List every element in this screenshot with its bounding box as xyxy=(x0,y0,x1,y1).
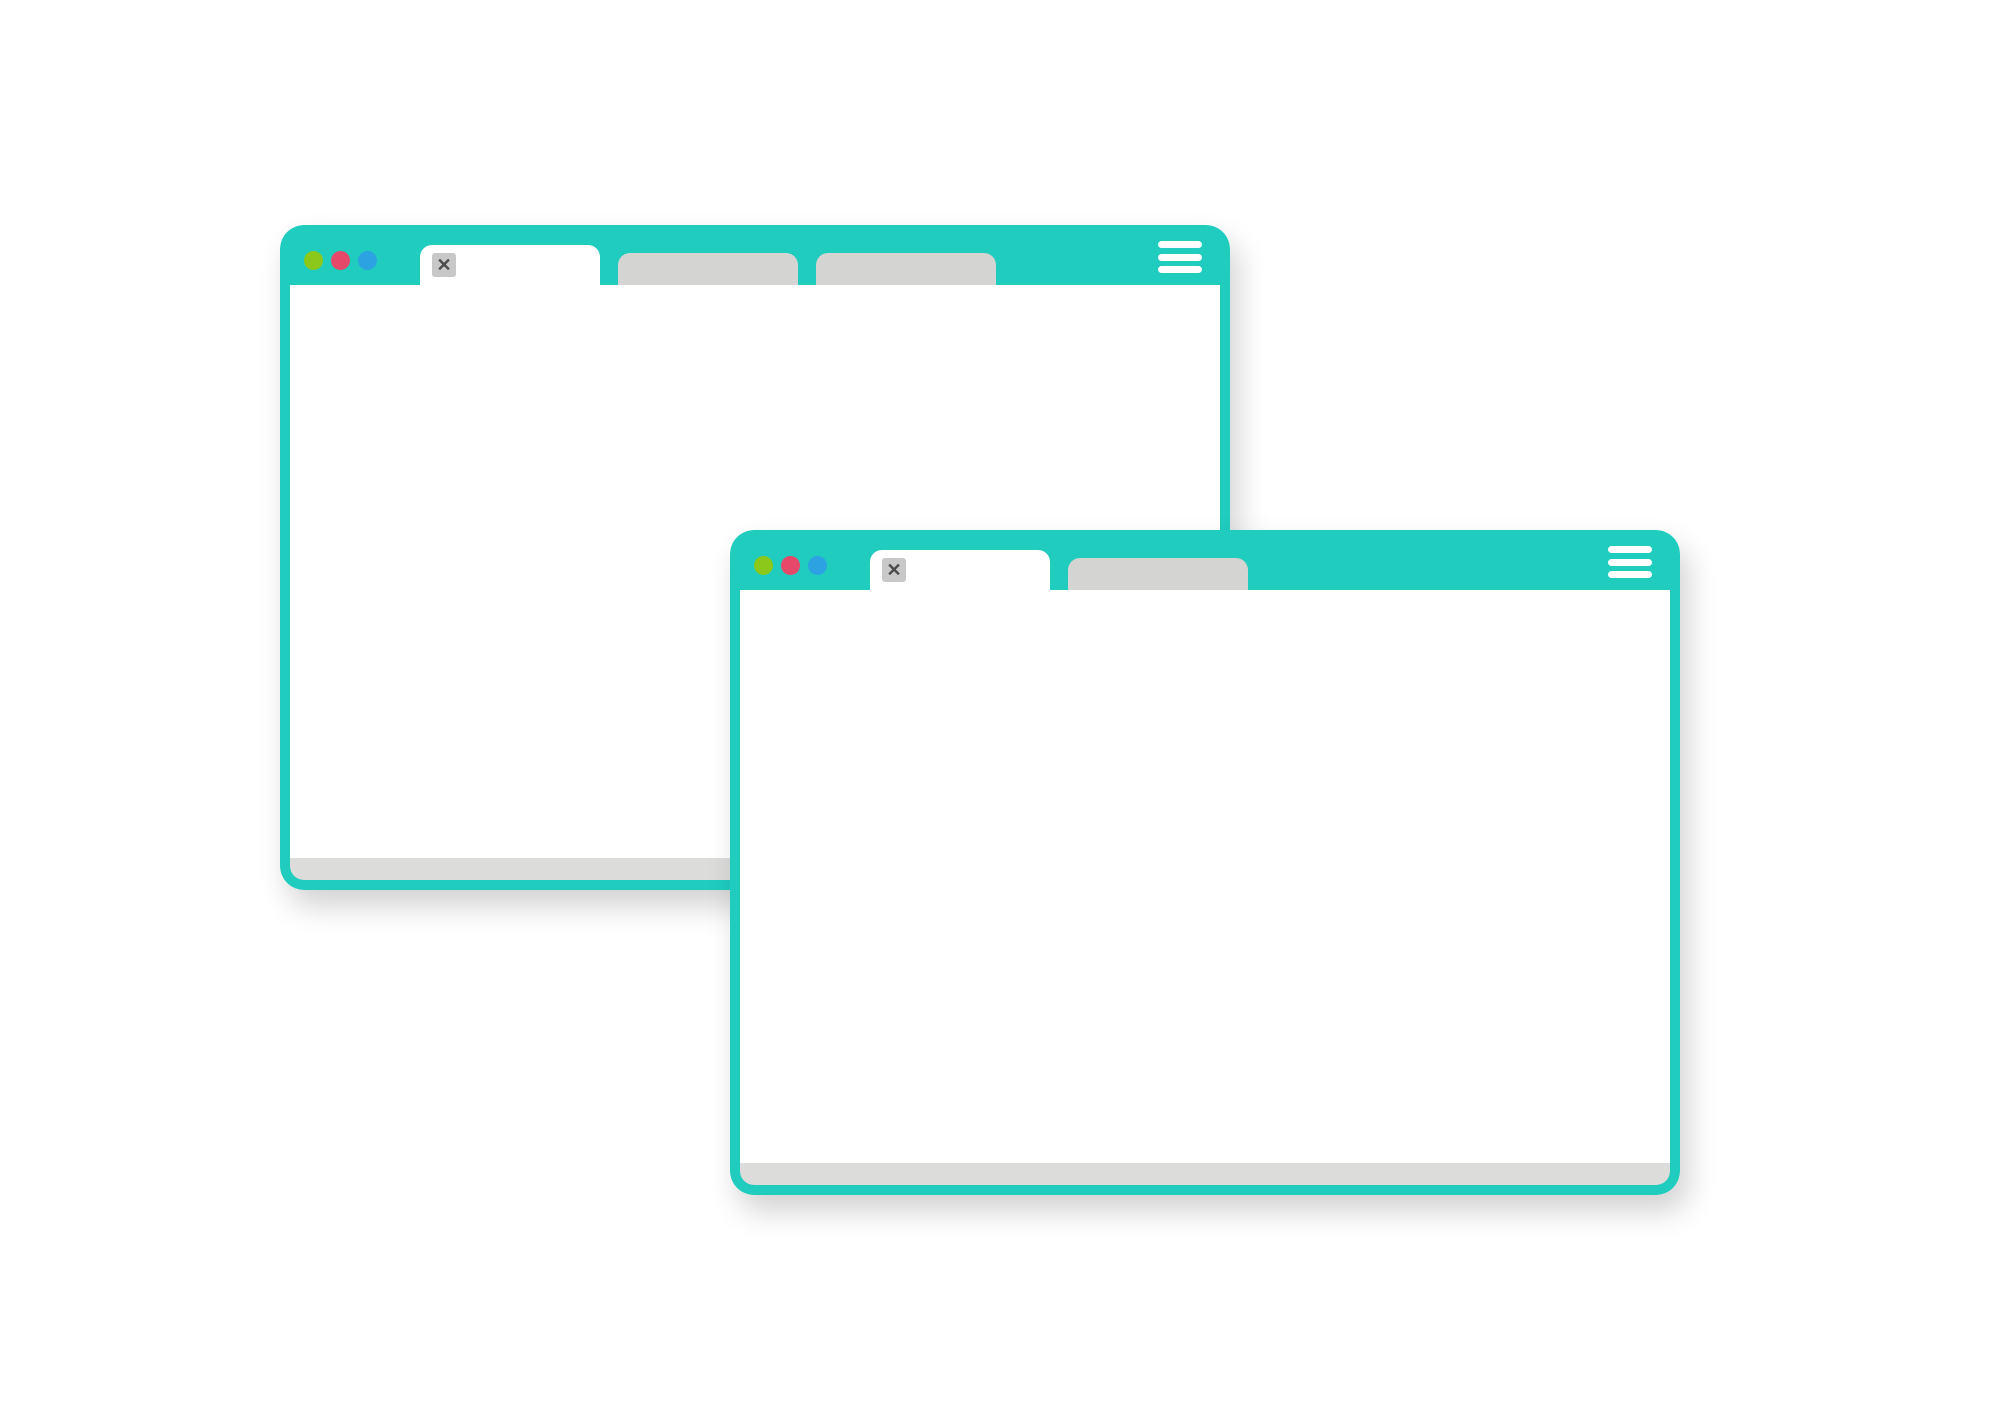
title-bar: ✕ xyxy=(740,540,1670,590)
title-bar: ✕ xyxy=(290,235,1220,285)
tabs-row: ✕ xyxy=(420,245,996,285)
browser-tab-inactive[interactable] xyxy=(816,253,996,285)
close-window-button[interactable] xyxy=(304,251,323,270)
maximize-window-button[interactable] xyxy=(358,251,377,270)
minimize-window-button[interactable] xyxy=(781,556,800,575)
tab-close-button[interactable]: ✕ xyxy=(882,558,906,582)
browser-tab-inactive[interactable] xyxy=(618,253,798,285)
page-content xyxy=(740,590,1670,1177)
browser-tab-active[interactable]: ✕ xyxy=(420,245,600,285)
close-icon: ✕ xyxy=(886,561,901,579)
browser-window-front: ✕ xyxy=(730,530,1680,1195)
hamburger-icon xyxy=(1608,571,1652,578)
menu-button[interactable] xyxy=(1158,241,1202,273)
traffic-lights xyxy=(290,251,377,270)
browser-tab-active[interactable]: ✕ xyxy=(870,550,1050,590)
hamburger-icon xyxy=(1158,254,1202,261)
close-window-button[interactable] xyxy=(754,556,773,575)
close-icon: ✕ xyxy=(436,256,451,274)
hamburger-icon xyxy=(1158,266,1202,273)
tabs-row: ✕ xyxy=(870,550,1248,590)
hamburger-icon xyxy=(1608,559,1652,566)
content-wrapper xyxy=(740,590,1670,1185)
hamburger-icon xyxy=(1158,241,1202,248)
minimize-window-button[interactable] xyxy=(331,251,350,270)
hamburger-icon xyxy=(1608,546,1652,553)
menu-button[interactable] xyxy=(1608,546,1652,578)
window-frame: ✕ xyxy=(730,530,1680,1195)
maximize-window-button[interactable] xyxy=(808,556,827,575)
browser-tab-inactive[interactable] xyxy=(1068,558,1248,590)
tab-close-button[interactable]: ✕ xyxy=(432,253,456,277)
status-bar xyxy=(740,1163,1670,1185)
traffic-lights xyxy=(740,556,827,575)
